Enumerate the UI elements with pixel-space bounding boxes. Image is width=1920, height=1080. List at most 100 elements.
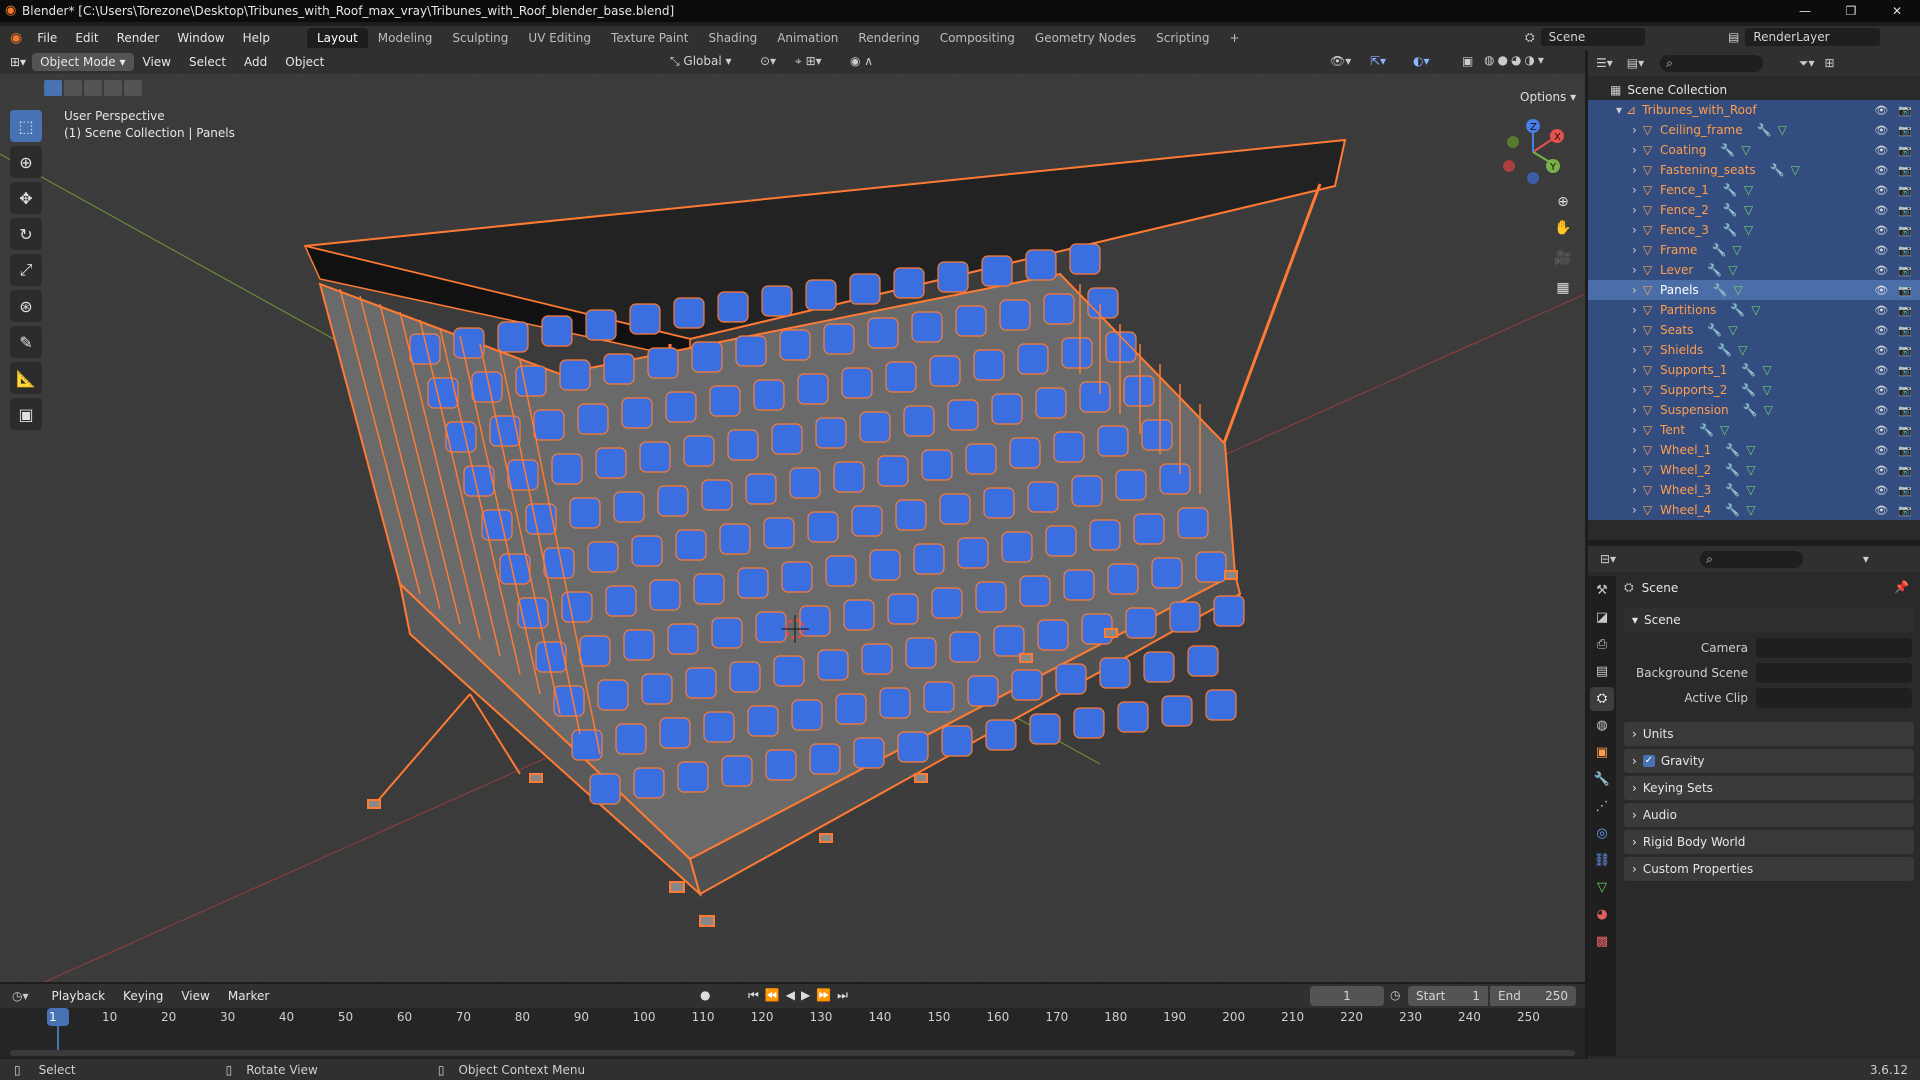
timeline-scrollbar[interactable] bbox=[10, 1050, 1575, 1056]
eye-icon[interactable]: 👁 bbox=[1874, 504, 1888, 517]
expand-arrow-icon[interactable]: › bbox=[1632, 203, 1637, 217]
transform-icon[interactable]: ⊛ bbox=[10, 290, 42, 322]
modifier-tab-icon[interactable]: 🔧 bbox=[1590, 768, 1614, 792]
expand-arrow-icon[interactable]: › bbox=[1632, 303, 1637, 317]
end-frame-field[interactable]: End 250 bbox=[1490, 986, 1576, 1006]
menu-window[interactable]: Window bbox=[168, 31, 233, 45]
outliner-object-row[interactable]: › ▽ Fence_2 🔧 ▽ 👁 📷 bbox=[1588, 200, 1920, 220]
expand-arrow-icon[interactable]: › bbox=[1632, 343, 1637, 357]
tab-compositing[interactable]: Compositing bbox=[930, 28, 1025, 48]
tab-uv-editing[interactable]: UV Editing bbox=[518, 28, 601, 48]
zoom-icon[interactable]: ⊕ bbox=[1550, 194, 1576, 220]
background-scene-field[interactable] bbox=[1756, 663, 1912, 683]
camera-icon[interactable]: 📷 bbox=[1898, 144, 1912, 157]
render-tab-icon[interactable]: ◪ bbox=[1590, 606, 1614, 630]
eye-icon[interactable]: 👁 bbox=[1874, 204, 1888, 217]
gizmo-toggle-icon[interactable]: ⇱▾ bbox=[1370, 54, 1386, 68]
filter-icon[interactable]: ⏷▾ bbox=[1799, 56, 1815, 71]
gravity-panel[interactable]: › ✓ Gravity bbox=[1624, 749, 1914, 773]
select-box-icon[interactable]: ⬚ bbox=[10, 110, 42, 142]
outliner-object-row[interactable]: › ▽ Supports_1 🔧 ▽ 👁 📷 bbox=[1588, 360, 1920, 380]
rotate-icon[interactable]: ↻ bbox=[10, 218, 42, 250]
camera-icon[interactable]: 📷 bbox=[1898, 284, 1912, 297]
camera-icon[interactable]: 📷 bbox=[1898, 204, 1912, 217]
scene-tab-icon[interactable]: ⛭ bbox=[1590, 687, 1614, 711]
eye-icon[interactable]: 👁 bbox=[1874, 244, 1888, 257]
eye-icon[interactable]: 👁 bbox=[1874, 484, 1888, 497]
eye-icon[interactable]: 👁 bbox=[1874, 164, 1888, 177]
annotate-icon[interactable]: ✎ bbox=[10, 326, 42, 358]
camera-icon[interactable]: 📷 bbox=[1898, 444, 1912, 457]
tab-scripting[interactable]: Scripting bbox=[1146, 28, 1219, 48]
active-clip-field[interactable] bbox=[1756, 688, 1912, 708]
scene-selector[interactable]: ⛭ Scene bbox=[1525, 28, 1646, 46]
close-button[interactable]: ✕ bbox=[1874, 0, 1920, 22]
snap-icon[interactable]: ⌖ ⊞▾ bbox=[795, 54, 822, 69]
visibility-icon[interactable]: 👁▾ bbox=[1330, 54, 1351, 68]
start-frame-field[interactable]: Start 1 bbox=[1408, 986, 1488, 1006]
world-tab-icon[interactable]: ◍ bbox=[1590, 714, 1614, 738]
new-collection-icon[interactable]: ⊞ bbox=[1825, 56, 1835, 70]
object-tab-icon[interactable]: ▣ bbox=[1590, 741, 1614, 765]
xray-icon[interactable]: ▣ bbox=[1462, 54, 1473, 68]
properties-editor-icon[interactable]: ⊟▾ bbox=[1600, 552, 1616, 566]
physics-tab-icon[interactable]: ◎ bbox=[1590, 822, 1614, 846]
menu-render[interactable]: Render bbox=[108, 31, 169, 45]
gravity-checkbox[interactable]: ✓ bbox=[1642, 755, 1655, 767]
select-subtract-icon[interactable] bbox=[84, 80, 102, 96]
camera-icon[interactable]: 📷 bbox=[1898, 384, 1912, 397]
expand-arrow-icon[interactable]: › bbox=[1632, 123, 1637, 137]
maximize-button[interactable]: ❐ bbox=[1828, 0, 1874, 22]
expand-arrow-icon[interactable]: › bbox=[1632, 443, 1637, 457]
ortho-grid-icon[interactable]: ▦ bbox=[1550, 280, 1576, 310]
outliner-object-row[interactable]: › ▽ Coating 🔧 ▽ 👁 📷 bbox=[1588, 140, 1920, 160]
output-tab-icon[interactable]: ⎙ bbox=[1590, 633, 1614, 657]
pan-hand-icon[interactable]: ✋ bbox=[1550, 220, 1576, 250]
camera-icon[interactable]: 📷 bbox=[1898, 104, 1912, 117]
outliner-object-row[interactable]: › ▽ Suspension 🔧 ▽ 👁 📷 bbox=[1588, 400, 1920, 420]
units-panel[interactable]: › Units bbox=[1624, 722, 1914, 746]
expand-arrow-icon[interactable]: › bbox=[1632, 323, 1637, 337]
expand-arrow-icon[interactable]: › bbox=[1632, 223, 1637, 237]
camera-icon[interactable]: 📷 bbox=[1898, 264, 1912, 277]
move-icon[interactable]: ✥ bbox=[10, 182, 42, 214]
texture-tab-icon[interactable]: ▩ bbox=[1590, 930, 1614, 954]
camera-icon[interactable]: 📷 bbox=[1898, 124, 1912, 137]
eye-icon[interactable]: 👁 bbox=[1874, 424, 1888, 437]
expand-arrow-icon[interactable]: › bbox=[1632, 483, 1637, 497]
eye-icon[interactable]: 👁 bbox=[1874, 224, 1888, 237]
eye-icon[interactable]: 👁 bbox=[1874, 404, 1888, 417]
camera-icon[interactable]: 📷 bbox=[1898, 504, 1912, 517]
menu-help[interactable]: Help bbox=[234, 31, 279, 45]
eye-icon[interactable]: 👁 bbox=[1874, 284, 1888, 297]
3d-viewport[interactable]: X Y Z User Perspective (1) Scene Collect… bbox=[0, 74, 1585, 982]
menu-file[interactable]: File bbox=[28, 31, 66, 45]
cursor-icon[interactable]: ⊕ bbox=[10, 146, 42, 178]
material-tab-icon[interactable]: ◕ bbox=[1590, 903, 1614, 927]
render-layer-selector[interactable]: ▤ RenderLayer bbox=[1728, 28, 1880, 46]
outliner-object-row[interactable]: › ▽ Wheel_1 🔧 ▽ 👁 📷 bbox=[1588, 440, 1920, 460]
outliner-search-icon[interactable]: ⌕ bbox=[1660, 54, 1763, 72]
expand-arrow-icon[interactable]: › bbox=[1632, 423, 1637, 437]
menu-view[interactable]: View bbox=[134, 55, 180, 69]
custom-properties-panel[interactable]: › Custom Properties bbox=[1624, 857, 1914, 881]
camera-icon[interactable]: 📷 bbox=[1898, 244, 1912, 257]
eye-icon[interactable]: 👁 bbox=[1874, 144, 1888, 157]
expand-arrow-icon[interactable]: › bbox=[1632, 263, 1637, 277]
outliner-object-row[interactable]: › ▽ Partitions 🔧 ▽ 👁 📷 bbox=[1588, 300, 1920, 320]
outliner-object-row[interactable]: › ▽ Panels 🔧 ▽ 👁 📷 bbox=[1588, 280, 1920, 300]
eye-icon[interactable]: 👁 bbox=[1874, 444, 1888, 457]
outliner-object-row[interactable]: › ▽ Supports_2 🔧 ▽ 👁 📷 bbox=[1588, 380, 1920, 400]
camera-icon[interactable]: 📷 bbox=[1898, 484, 1912, 497]
constraints-tab-icon[interactable]: ⛓ bbox=[1590, 849, 1614, 873]
camera-field[interactable] bbox=[1756, 638, 1912, 658]
menu-playback[interactable]: Playback bbox=[43, 989, 115, 1003]
camera-icon[interactable]: 📷 bbox=[1898, 224, 1912, 237]
pivot-icon[interactable]: ⊙▾ bbox=[760, 54, 776, 68]
camera-icon[interactable]: 📷 bbox=[1898, 404, 1912, 417]
eye-icon[interactable]: 👁 bbox=[1874, 264, 1888, 277]
record-icon[interactable]: ● bbox=[700, 988, 710, 1002]
scene-panel-header[interactable]: ▾ Scene bbox=[1624, 608, 1914, 632]
keying-sets-panel[interactable]: › Keying Sets bbox=[1624, 776, 1914, 800]
display-mode-icon[interactable]: ▤▾ bbox=[1627, 56, 1644, 70]
